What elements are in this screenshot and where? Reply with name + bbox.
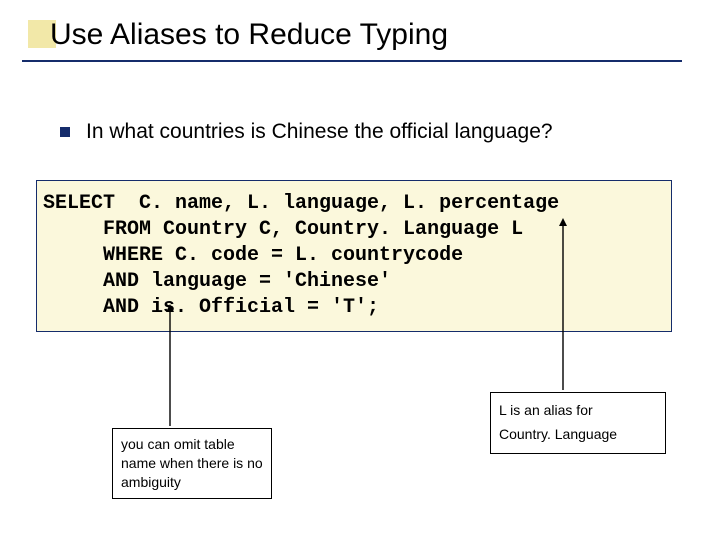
sql-code-box: SELECT C. name, L. language, L. percenta… (36, 180, 672, 332)
bullet-square-icon (60, 127, 70, 137)
note-alias-line1: L is an alias for (499, 399, 657, 423)
code-line-5: AND is. Official = 'T'; (43, 296, 379, 319)
bullet-text: In what countries is Chinese the officia… (86, 120, 553, 144)
code-line-2: FROM Country C, Country. Language L (43, 218, 523, 241)
slide-title: Use Aliases to Reduce Typing (50, 18, 448, 52)
code-line-1: SELECT C. name, L. language, L. percenta… (43, 192, 559, 215)
note-alias: L is an alias for Country. Language (490, 392, 666, 454)
title-underline (22, 60, 682, 62)
code-line-4: AND language = 'Chinese' (43, 270, 391, 293)
note-alias-line2: Country. Language (499, 423, 657, 447)
code-line-3: WHERE C. code = L. countrycode (43, 244, 463, 267)
note-omit-table: you can omit table name when there is no… (112, 428, 272, 499)
bullet-item: In what countries is Chinese the officia… (60, 120, 553, 144)
